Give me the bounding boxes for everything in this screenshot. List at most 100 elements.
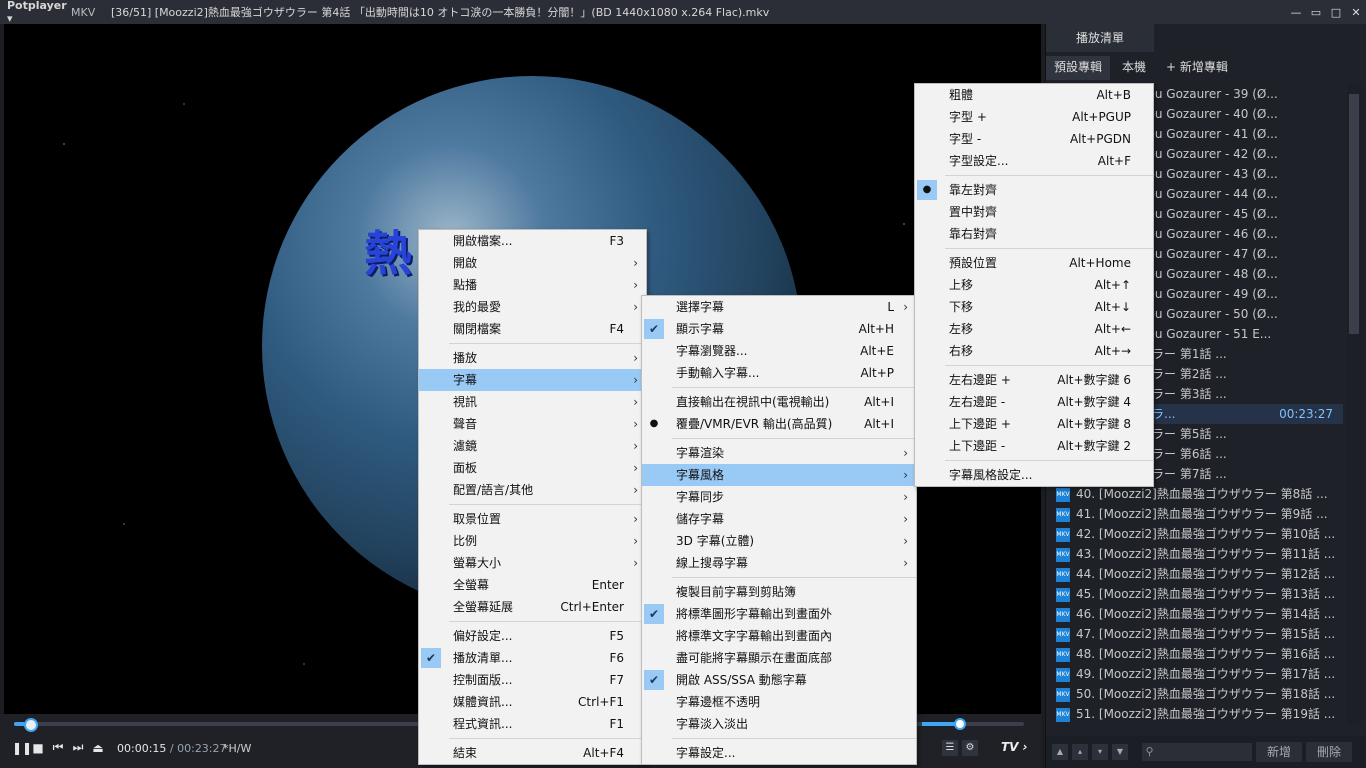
tab-local[interactable]: 本機 [1114,56,1154,80]
pin-icon[interactable]: — [1286,6,1306,19]
style-menu-item-0[interactable]: 粗體 Alt+B [915,84,1153,106]
maximize-icon[interactable]: □ [1326,6,1346,19]
move-bottom-icon[interactable]: ▼ [1112,744,1128,760]
close-icon[interactable]: ✕ [1346,6,1366,19]
move-top-icon[interactable]: ▲ [1052,744,1068,760]
playlist-row[interactable]: MKV 51. [Moozzi2]熱血最強ゴウザウラー 第19話 ... [1046,704,1343,724]
style-menu-item-18[interactable]: 上下邊距 - Alt+數字鍵 2 [915,435,1153,457]
tab-new-album[interactable]: + 新增專輯 [1158,56,1236,80]
main-menu-item-12[interactable]: 配置/語言/其他 › [419,479,646,501]
delete-button[interactable]: 刪除 [1306,742,1352,762]
next-icon[interactable]: ⏭ [72,740,84,755]
tv-button[interactable]: TV › [1001,740,1028,754]
main-menu-item-16[interactable]: 螢幕大小 › [419,552,646,574]
subtitle-menu-item-21[interactable]: 字幕淡入淡出 [642,713,916,735]
subtitle-menu-item-2[interactable]: 字幕瀏覽器... Alt+E [642,340,916,362]
main-menu-item-0[interactable]: 開啟檔案... F3 [419,230,646,252]
subtitle-menu-item-1[interactable]: ✔ 顯示字幕 Alt+H [642,318,916,340]
subtitle-menu-item-20[interactable]: 字幕邊框不透明 [642,691,916,713]
style-menu-item-16[interactable]: 左右邊距 - Alt+數字鍵 4 [915,391,1153,413]
playlist-row[interactable]: MKV 48. [Moozzi2]熱血最強ゴウザウラー 第16話 ... [1046,644,1343,664]
style-menu-item-20[interactable]: 字幕風格設定... [915,464,1153,486]
main-menu-item-20[interactable]: 偏好設定... F5 [419,625,646,647]
playlist-row[interactable]: MKV 43. [Moozzi2]熱血最強ゴウザウラー 第11話 ... [1046,544,1343,564]
subtitle-menu-item-0[interactable]: 選擇字幕 L › [642,296,916,318]
main-menu-item-7[interactable]: 字幕 › [419,369,646,391]
style-menu-item-3[interactable]: 字型設定... Alt+F [915,150,1153,172]
style-menu-item-15[interactable]: 左右邊距 + Alt+數字鍵 6 [915,369,1153,391]
playlist-row[interactable]: MKV 46. [Moozzi2]熱血最強ゴウザウラー 第14話 ... [1046,604,1343,624]
style-menu-item-12[interactable]: 左移 Alt+← [915,318,1153,340]
subtitle-menu-item-5[interactable]: 直接輸出在視訊中(電視輸出) Alt+I [642,391,916,413]
subtitle-menu-item-9[interactable]: 字幕風格 › [642,464,916,486]
main-menu-item-11[interactable]: 面板 › [419,457,646,479]
playlist-row[interactable]: MKV 44. [Moozzi2]熱血最強ゴウザウラー 第12話 ... [1046,564,1343,584]
eject-icon[interactable]: ⏏ [92,741,104,755]
main-menu-item-24[interactable]: 程式資訊... F1 [419,713,646,735]
style-menu-item-5[interactable]: ● 靠左對齊 [915,179,1153,201]
main-menu-item-15[interactable]: 比例 › [419,530,646,552]
main-menu-item-18[interactable]: 全螢幕延展 Ctrl+Enter [419,596,646,618]
subtitle-menu-item-23[interactable]: 字幕設定... [642,742,916,764]
main-menu-item-2[interactable]: 點播 › [419,274,646,296]
add-button[interactable]: 新增 [1256,742,1302,762]
style-menu-item-2[interactable]: 字型 - Alt+PGDN [915,128,1153,150]
main-menu-item-3[interactable]: 我的最愛 › [419,296,646,318]
style-menu-item-13[interactable]: 右移 Alt+→ [915,340,1153,362]
search-input[interactable]: ⚲ [1142,743,1252,761]
style-menu-item-10[interactable]: 上移 Alt+↑ [915,274,1153,296]
playlist-row[interactable]: MKV 42. [Moozzi2]熱血最強ゴウザウラー 第10話 ... [1046,524,1343,544]
playlist-row[interactable]: MKV 47. [Moozzi2]熱血最強ゴウザウラー 第15話 ... [1046,624,1343,644]
style-menu-item-7[interactable]: 靠右對齊 [915,223,1153,245]
previous-icon[interactable]: ⏮ [52,740,64,755]
tab-default-album[interactable]: 預設專輯 [1046,56,1111,80]
main-menu-item-1[interactable]: 開啟 › [419,252,646,274]
stop-icon[interactable]: ■ [32,741,44,755]
subtitle-menu-item-19[interactable]: ✔ 開啟 ASS/SSA 動態字幕 [642,669,916,691]
style-menu-item-1[interactable]: 字型 + Alt+PGUP [915,106,1153,128]
seek-knob[interactable] [24,718,38,732]
subtitle-menu-item-16[interactable]: ✔ 將標準圖形字幕輸出到畫面外 [642,603,916,625]
app-menu-button[interactable]: Potplayer ▾ [0,0,71,25]
subtitle-menu-item-12[interactable]: 3D 字幕(立體) › [642,530,916,552]
style-menu-item-9[interactable]: 預設位置 Alt+Home [915,252,1153,274]
style-menu-item-6[interactable]: 置中對齊 [915,201,1153,223]
subtitle-menu-item-11[interactable]: 儲存字幕 › [642,508,916,530]
hw-decoder-label[interactable]: *H/W [223,742,251,755]
playlist-row[interactable]: MKV 40. [Moozzi2]熱血最強ゴウザウラー 第8話 ... [1046,484,1343,504]
subtitle-menu-item-13[interactable]: 線上搜尋字幕 › [642,552,916,574]
main-menu-item-23[interactable]: 媒體資訊... Ctrl+F1 [419,691,646,713]
minimize-icon[interactable]: ▭ [1306,6,1326,19]
playlist-scrollbar[interactable] [1347,84,1361,724]
main-menu-item-9[interactable]: 聲音 › [419,413,646,435]
move-up-icon[interactable]: ▴ [1072,744,1088,760]
style-menu-item-17[interactable]: 上下邊距 + Alt+數字鍵 8 [915,413,1153,435]
volume-knob[interactable] [954,718,966,730]
main-menu-item-26[interactable]: 結束 Alt+F4 [419,742,646,764]
playlist-row[interactable]: MKV 41. [Moozzi2]熱血最強ゴウザウラー 第9話 ... [1046,504,1343,524]
playlist-title-tab[interactable]: 播放清單 [1046,24,1154,52]
main-menu-item-17[interactable]: 全螢幕 Enter [419,574,646,596]
subtitle-menu-item-10[interactable]: 字幕同步 › [642,486,916,508]
playlist-row[interactable]: MKV 45. [Moozzi2]熱血最強ゴウザウラー 第13話 ... [1046,584,1343,604]
subtitle-menu-item-18[interactable]: 盡可能將字幕顯示在畫面底部 [642,647,916,669]
subtitle-menu-item-6[interactable]: ● 覆疊/VMR/EVR 輸出(高品質) Alt+I [642,413,916,435]
playlist-icon[interactable]: ☰ [942,740,958,756]
main-menu-item-6[interactable]: 播放 › [419,347,646,369]
pause-icon[interactable]: ❚❚ [12,741,32,755]
scrollbar-thumb[interactable] [1349,94,1359,334]
playlist-row[interactable]: MKV 49. [Moozzi2]熱血最強ゴウザウラー 第17話 ... [1046,664,1343,684]
style-menu-item-11[interactable]: 下移 Alt+↓ [915,296,1153,318]
subtitle-menu-item-15[interactable]: 複製目前字幕到剪貼簿 [642,581,916,603]
main-menu-item-21[interactable]: ✔ 播放清單... F6 [419,647,646,669]
main-menu-item-22[interactable]: 控制面版... F7 [419,669,646,691]
subtitle-menu-item-8[interactable]: 字幕渲染 › [642,442,916,464]
subtitle-menu-item-3[interactable]: 手動輸入字幕... Alt+P [642,362,916,384]
playlist-row[interactable]: MKV 50. [Moozzi2]熱血最強ゴウザウラー 第18話 ... [1046,684,1343,704]
main-menu-item-14[interactable]: 取景位置 › [419,508,646,530]
subtitle-menu-item-17[interactable]: 將標準文字字幕輸出到畫面內 [642,625,916,647]
main-menu-item-4[interactable]: 關閉檔案 F4 [419,318,646,340]
move-down-icon[interactable]: ▾ [1092,744,1108,760]
main-menu-item-10[interactable]: 濾鏡 › [419,435,646,457]
main-menu-item-8[interactable]: 視訊 › [419,391,646,413]
